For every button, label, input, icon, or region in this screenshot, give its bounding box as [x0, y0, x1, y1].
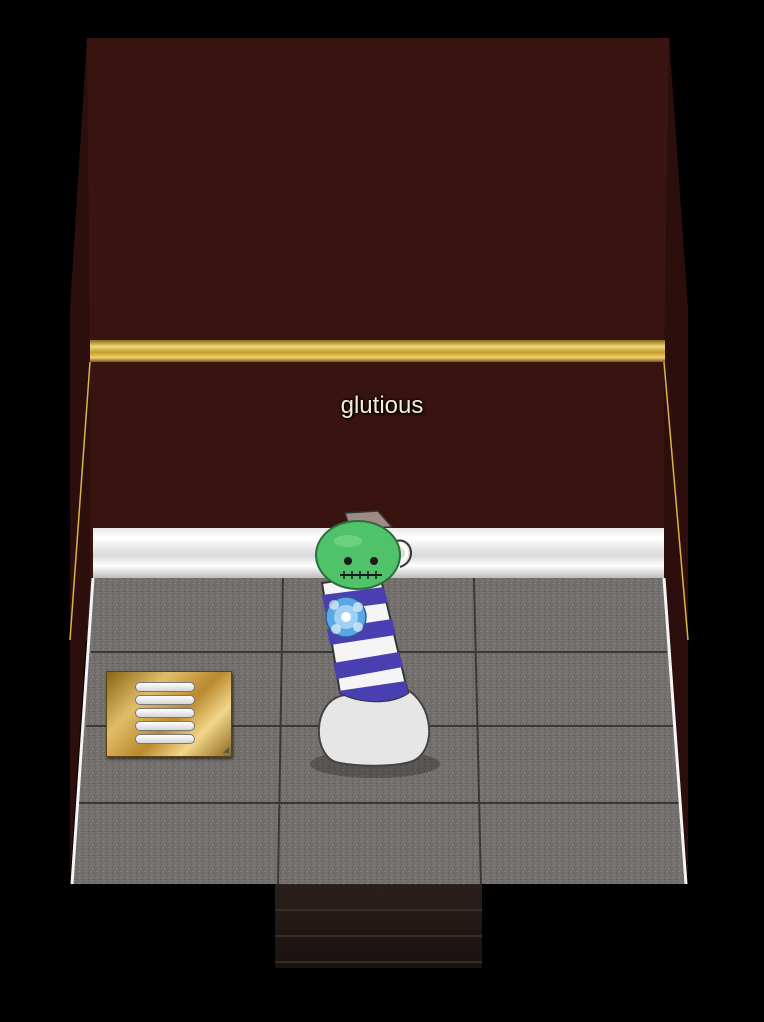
stairs-exit: [275, 884, 482, 968]
avatar-head: [315, 510, 412, 590]
sign-button-4[interactable]: ➤: [135, 721, 195, 731]
sign-button-3[interactable]: ➤: [135, 708, 195, 718]
flower-badge: [325, 596, 367, 638]
sign-button-5[interactable]: ➤: [135, 734, 195, 744]
gold-rail: [90, 340, 665, 362]
sign-button-1[interactable]: ➤: [135, 682, 195, 692]
resize-icon: ◢: [222, 745, 229, 754]
player-username: glutious: [340, 392, 424, 419]
gold-sign-menu[interactable]: ➤ ➤ ➤ ➤ ➤ ◢: [106, 671, 232, 757]
avatar-torso: [320, 573, 410, 703]
sign-button-2[interactable]: ➤: [135, 695, 195, 705]
player-avatar[interactable]: [300, 505, 450, 785]
game-stage[interactable]: glutious ➤ ➤ ➤ ➤ ➤ ◢: [0, 0, 764, 1022]
avatar-figure: [315, 510, 431, 767]
